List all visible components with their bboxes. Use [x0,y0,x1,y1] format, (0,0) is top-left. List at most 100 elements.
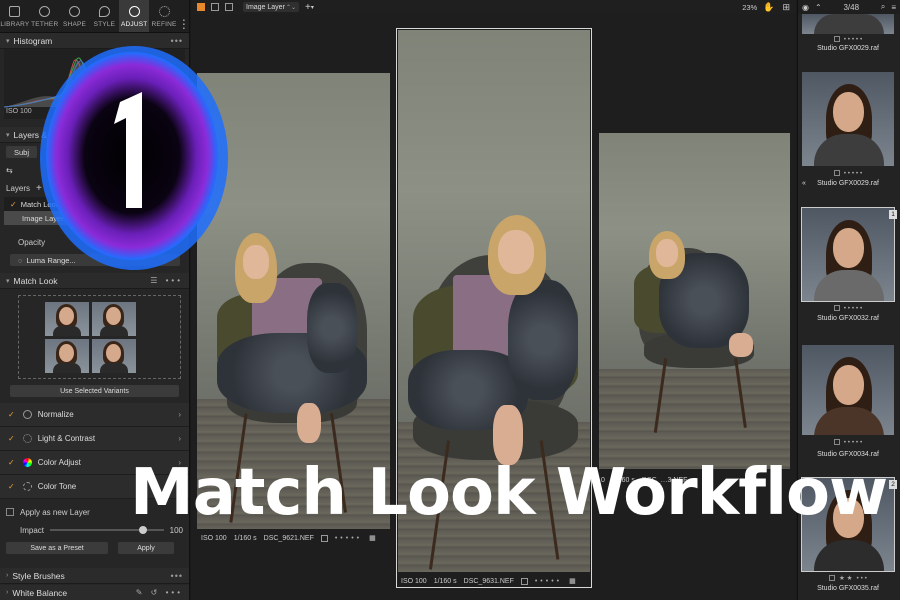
checkmark-icon: ✓ [8,458,15,467]
hand-tool-icon[interactable]: ✋ [763,2,774,13]
style-brushes-header[interactable]: › Style Brushes ••• [0,568,189,584]
layer-dropdown[interactable]: Image Layer ⌃⌄ [243,2,299,12]
apply-button[interactable]: Apply [118,542,174,554]
light-icon [22,434,32,443]
filter-icon[interactable]: ≡ [891,3,896,12]
chevron-down-icon[interactable]: ▾ [311,4,314,11]
thumbnail-filename: Studio GFX0035.raf [817,585,879,592]
checkmark-icon: ✓ [8,434,15,443]
section-menu-icon[interactable]: ☰ ••• [150,276,183,285]
more-tabs-button[interactable]: ⋮ [177,0,190,32]
match-look-title: Match Look [13,275,58,286]
chevron-down-icon: ⌃⌄ [285,4,296,11]
thumbnail-filename: Studio GFX0029.raf [817,45,879,52]
chevron-down-icon: ▾ [6,37,10,45]
variant-badge: 2 [889,480,897,489]
style-icon [98,6,110,17]
histogram-iso: ISO 100 [6,108,32,115]
select-checkbox[interactable] [520,577,528,585]
match-look-header[interactable]: ▾ Match Look ☰ ••• [0,273,189,289]
thumbnail-rating: ★ ★ • • • [802,573,894,583]
eye-icon[interactable]: ◉ [802,3,809,12]
use-selected-variants-button[interactable]: Use Selected Variants [10,385,179,397]
variant-thumbnail[interactable] [92,302,136,336]
more-horizontal-icon[interactable]: ••• [171,571,183,581]
adjust-icon [128,6,140,17]
chevron-right-icon: › [6,589,9,596]
chevron-right-icon: › [6,572,9,579]
camera-icon [39,6,51,17]
chevron-right-icon: › [178,434,181,443]
thumbnail-rating: • • • • • [802,437,894,447]
variants-drop-area[interactable] [18,295,181,379]
normalize-icon [22,410,32,419]
viewer-image-3[interactable] [599,133,790,469]
filmstrip-thumbnail[interactable] [802,72,894,166]
filmstrip-thumbnail[interactable] [802,345,894,435]
thumbnail-rating: • • • • • [802,168,894,178]
thumbnail-filename: Studio GFX0032.raf [817,315,879,322]
image-caption-2: ISO 100 1/160 s DSC_9631.NEF ••••• ▦ [401,577,576,585]
chevron-right-icon: › [178,410,181,419]
checkmark-icon: ✓ [8,410,15,419]
rating-dots[interactable]: ••••• [535,578,562,585]
chevron-up-icon[interactable]: ⌃ [815,3,822,12]
search-icon[interactable]: ⌕ [881,2,885,12]
thumbnail-filename-row: «Studio GFX0029.raf [802,180,879,187]
tab-style[interactable]: STYLE [89,0,119,32]
grid-view-icon[interactable] [197,3,205,11]
refine-icon [158,6,170,17]
tone-icon [22,482,32,491]
variant-thumbnail[interactable] [45,339,89,373]
viewer-toolbar: Image Layer ⌃⌄ + ▾ 23% ✋ ⊞ [191,0,796,14]
color-wheel-icon [22,458,32,467]
zoom-level[interactable]: 23% [742,3,757,12]
tag-icon[interactable]: ▦ [369,534,376,542]
thumbnail-rating: • • • • • [802,303,894,313]
compare-view-icon[interactable] [225,3,233,11]
more-vertical-icon: ⋮ [177,17,190,31]
thumbnail-rating: • • • • • [802,34,894,44]
swap-icon[interactable]: ⇆ [6,166,13,175]
image-caption-1: ISO 100 1/160 s DSC_9621.NEF ••••• ▦ [201,534,376,542]
select-checkbox[interactable] [320,534,328,542]
tab-shape[interactable]: SHAPE [60,0,90,32]
tab-library[interactable]: LIBRARY [0,0,30,32]
tab-tether[interactable]: TETHER [30,0,60,32]
variant-thumbnail[interactable] [45,302,89,336]
apply-new-layer-checkbox[interactable] [6,508,14,516]
chevron-down-icon: ▾ [6,131,10,139]
filmstrip-thumbnail-selected[interactable] [801,207,895,302]
white-balance-header[interactable]: › White Balance ✎ ↺ ••• [0,585,189,600]
impact-label: Impact [20,525,45,535]
double-chevron-left-icon[interactable]: « [802,180,806,187]
wb-tools-icon[interactable]: ✎ ↺ ••• [136,588,183,597]
checkmark-icon: ✓ [10,199,17,209]
luma-icon: ◌ [18,255,23,265]
tag-icon[interactable]: ▦ [569,577,576,585]
grid-icon[interactable]: ⊞ [782,2,790,13]
save-preset-button[interactable]: Save as a Preset [6,542,108,554]
apply-new-layer-label: Apply as new Layer [20,507,90,517]
image-counter: 3/48 [843,2,860,12]
variant-thumbnail[interactable] [92,339,136,373]
adjustment-light-contrast[interactable]: ✓ Light & Contrast › [0,427,189,451]
chevron-down-icon: ▾ [6,277,10,285]
filmstrip-thumbnail[interactable] [802,14,894,34]
tool-tabs: LIBRARY TETHER SHAPE STYLE ADJUST REFINE… [0,0,189,33]
preset-row: Save as a Preset Apply [0,539,189,557]
filmstrip-header: ◉ ⌃ 3/48 ⌕ ≡ [798,0,900,14]
rating-dots[interactable]: ••••• [335,535,362,542]
tab-adjust[interactable]: ADJUST [119,0,150,32]
overlay-title: Match Look Workflow [130,456,888,530]
shape-icon [69,6,81,17]
variant-badge: 1 [889,210,897,219]
single-view-icon[interactable] [211,3,219,11]
variant-thumbnails [45,302,136,373]
layers-label: Layers [6,183,31,193]
adjustment-normalize[interactable]: ✓ Normalize › [0,403,189,427]
checkmark-icon: ✓ [8,482,15,491]
tab-refine[interactable]: REFINE [149,0,179,32]
library-icon [9,6,21,17]
subject-button[interactable]: Subj [6,146,38,158]
